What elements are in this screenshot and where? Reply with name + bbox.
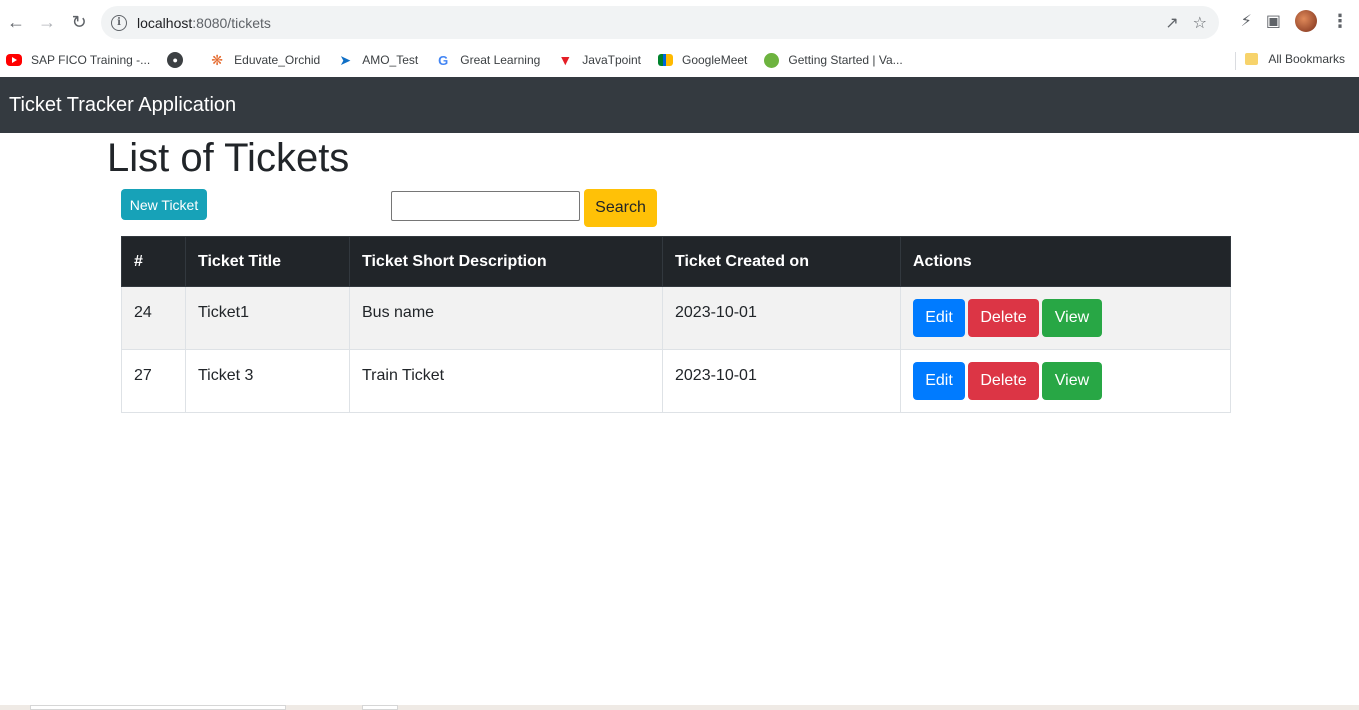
header-id: # — [121, 236, 186, 287]
all-bookmarks-label: All Bookmarks — [1268, 52, 1345, 66]
bookmark-label: GoogleMeet — [682, 53, 748, 67]
bookmark-item[interactable]: GoogleMeet — [658, 53, 747, 67]
header-title: Ticket Title — [185, 236, 350, 287]
search-input[interactable] — [391, 191, 580, 221]
taskbar-segment — [30, 705, 286, 710]
bookmark-item[interactable]: SAP FICO Training -... — [6, 53, 150, 67]
cell-description: Bus name — [349, 286, 663, 350]
orchid-icon: ❋ — [211, 51, 224, 68]
menu-kebab-icon[interactable]: ⋮ — [1331, 12, 1349, 30]
table-header-row: # Ticket Title Ticket Short Description … — [121, 236, 1231, 287]
new-ticket-button[interactable]: New Ticket — [121, 189, 207, 220]
url-host: localhost — [137, 14, 193, 31]
header-description: Ticket Short Description — [349, 236, 663, 287]
cell-id: 27 — [121, 349, 186, 413]
delete-button[interactable]: Delete — [968, 362, 1039, 400]
address-bar[interactable]: i localhost:8080/tickets ↗ ☆ — [101, 6, 1219, 39]
bookmark-label: AMO_Test — [362, 53, 419, 67]
bookmark-item[interactable]: ❋ Eduvate_Orchid — [209, 52, 320, 68]
bookmark-label: Getting Started | Va... — [788, 53, 903, 67]
forward-arrow-icon[interactable]: → — [33, 8, 61, 36]
bookmark-item[interactable]: G Great Learning — [435, 52, 540, 68]
edit-button[interactable]: Edit — [913, 299, 965, 337]
spring-icon — [764, 52, 780, 68]
bookmark-label: SAP FICO Training -... — [31, 53, 151, 67]
table-row: 24 Ticket1 Bus name 2023-10-01 Edit Delet… — [121, 286, 1231, 350]
folder-icon — [1245, 53, 1259, 65]
amo-icon: ➤ — [339, 51, 352, 68]
bookmark-label: JavaTpoint — [582, 53, 641, 67]
cell-title: Ticket 3 — [185, 349, 350, 413]
bookmark-label: Eduvate_Orchid — [234, 53, 321, 67]
search-button[interactable]: Search — [584, 189, 657, 227]
app-navbar: Ticket Tracker Application — [0, 77, 1359, 133]
cell-created: 2023-10-01 — [662, 349, 901, 413]
header-created: Ticket Created on — [662, 236, 901, 287]
all-bookmarks-button[interactable]: All Bookmarks — [1245, 52, 1345, 66]
cell-created: 2023-10-01 — [662, 286, 901, 350]
globe-icon: ● — [167, 52, 184, 68]
bookmark-item[interactable]: ● — [167, 52, 192, 68]
meet-icon — [658, 54, 673, 66]
view-button[interactable]: View — [1042, 362, 1102, 400]
delete-button[interactable]: Delete — [968, 299, 1039, 337]
header-actions: Actions — [900, 236, 1231, 287]
taskbar-segment — [362, 705, 398, 710]
g-icon: G — [438, 52, 449, 68]
url-text[interactable]: localhost:8080/tickets — [137, 15, 271, 31]
profile-avatar[interactable] — [1295, 10, 1317, 32]
youtube-icon — [6, 54, 22, 66]
view-button[interactable]: View — [1042, 299, 1102, 337]
tickets-table: # Ticket Title Ticket Short Description … — [121, 236, 1231, 413]
taskbar-strip — [0, 705, 1359, 710]
bookmarks-bar: SAP FICO Training -... ● ❋ Eduvate_Orchid… — [0, 44, 1359, 76]
bookmark-item[interactable]: ➤ AMO_Test — [337, 52, 418, 68]
back-arrow-icon[interactable]: ← — [2, 8, 30, 36]
cell-actions: Edit Delete View — [900, 286, 1231, 350]
edit-button[interactable]: Edit — [913, 362, 965, 400]
browser-toolbar: ← → ↻ i localhost:8080/tickets ↗ ☆ ⚡ ▣ ⋮ — [0, 0, 1359, 44]
cell-title: Ticket1 — [185, 286, 350, 350]
page-title: List of Tickets — [107, 136, 350, 180]
app-brand[interactable]: Ticket Tracker Application — [9, 94, 236, 117]
bookmark-label: Great Learning — [460, 53, 541, 67]
javatpoint-icon: ▼ — [558, 52, 573, 68]
side-panel-icon[interactable]: ▣ — [1266, 11, 1281, 31]
extensions-icon[interactable]: ⚡ — [1241, 11, 1252, 31]
reload-icon[interactable]: ↻ — [65, 8, 93, 36]
table-row: 27 Ticket 3 Train Ticket 2023-10-01 Edit… — [121, 349, 1231, 413]
cell-description: Train Ticket — [349, 349, 663, 413]
share-icon[interactable]: ↗ — [1165, 13, 1178, 33]
url-path: :8080/tickets — [192, 14, 271, 31]
bookmark-item[interactable]: ▼ JavaTpoint — [557, 52, 641, 68]
bookmark-star-icon[interactable]: ☆ — [1193, 13, 1207, 33]
cell-id: 24 — [121, 286, 186, 350]
cell-actions: Edit Delete View — [900, 349, 1231, 413]
bookmark-item[interactable]: Getting Started | Va... — [764, 52, 903, 68]
bookmarks-divider — [1235, 52, 1236, 70]
site-info-icon[interactable]: i — [111, 14, 127, 31]
